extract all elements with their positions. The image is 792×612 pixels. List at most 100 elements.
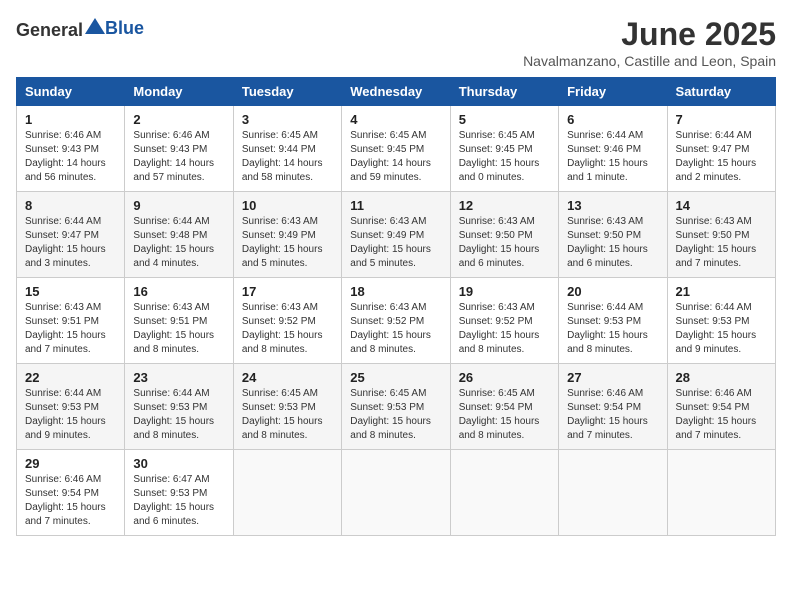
day-detail: Sunrise: 6:43 AMSunset: 9:50 PMDaylight:… — [459, 215, 550, 271]
day-detail: Sunrise: 6:45 AMSunset: 9:44 PMDaylight:… — [242, 129, 333, 185]
day-detail: Sunrise: 6:44 AMSunset: 9:46 PMDaylight:… — [567, 129, 658, 185]
calendar-cell: 26 Sunrise: 6:45 AMSunset: 9:54 PMDayligh… — [450, 364, 558, 450]
day-detail: Sunrise: 6:44 AMSunset: 9:53 PMDaylight:… — [133, 387, 224, 443]
calendar-cell: 19Sunrise: 6:43 AMSunset: 9:52 PMDayligh… — [450, 278, 558, 364]
day-number: 18 — [350, 284, 441, 299]
day-detail: Sunrise: 6:45 AMSunset: 9:53 PMDaylight:… — [350, 387, 441, 443]
calendar-header-saturday: Saturday — [667, 78, 775, 106]
calendar-header-monday: Monday — [125, 78, 233, 106]
calendar-cell: 29Sunrise: 6:46 AMSunset: 9:54 PMDayligh… — [17, 450, 125, 536]
calendar-cell: 14Sunrise: 6:43 AMSunset: 9:50 PMDayligh… — [667, 192, 775, 278]
calendar-cell — [233, 450, 341, 536]
day-detail: Sunrise: 6:43 AMSunset: 9:52 PMDaylight:… — [242, 301, 333, 357]
day-number: 17 — [242, 284, 333, 299]
day-number: 7 — [676, 112, 767, 127]
calendar-cell: 5 Sunrise: 6:45 AMSunset: 9:45 PMDaylight… — [450, 106, 558, 192]
calendar-header-wednesday: Wednesday — [342, 78, 450, 106]
calendar-cell: 3 Sunrise: 6:45 AMSunset: 9:44 PMDaylight… — [233, 106, 341, 192]
day-number: 1 — [25, 112, 116, 127]
day-detail: Sunrise: 6:43 AMSunset: 9:49 PMDaylight:… — [350, 215, 441, 271]
day-number: 15 — [25, 284, 116, 299]
calendar-cell: 22 Sunrise: 6:44 AMSunset: 9:53 PMDayligh… — [17, 364, 125, 450]
day-detail: Sunrise: 6:43 AMSunset: 9:49 PMDaylight:… — [242, 215, 333, 271]
day-number: 8 — [25, 198, 116, 213]
day-detail: Sunrise: 6:46 AMSunset: 9:54 PMDaylight:… — [567, 387, 658, 443]
calendar-week-5: 29Sunrise: 6:46 AMSunset: 9:54 PMDayligh… — [17, 450, 776, 536]
calendar-cell: 16 Sunrise: 6:43 AMSunset: 9:51 PMDayligh… — [125, 278, 233, 364]
calendar-cell: 8 Sunrise: 6:44 AMSunset: 9:47 PMDaylight… — [17, 192, 125, 278]
location-title: Navalmanzano, Castille and Leon, Spain — [523, 53, 776, 69]
day-number: 21 — [676, 284, 767, 299]
calendar-cell: 4Sunrise: 6:45 AMSunset: 9:45 PMDaylight… — [342, 106, 450, 192]
day-number: 24 — [242, 370, 333, 385]
calendar-cell: 17 Sunrise: 6:43 AMSunset: 9:52 PMDayligh… — [233, 278, 341, 364]
day-detail: Sunrise: 6:46 AMSunset: 9:54 PMDaylight:… — [676, 387, 767, 443]
day-number: 12 — [459, 198, 550, 213]
day-detail: Sunrise: 6:45 AMSunset: 9:54 PMDaylight:… — [459, 387, 550, 443]
logo-text-general: General — [16, 20, 83, 40]
day-detail: Sunrise: 6:44 AMSunset: 9:47 PMDaylight:… — [25, 215, 116, 271]
calendar-header-friday: Friday — [559, 78, 667, 106]
calendar-header-thursday: Thursday — [450, 78, 558, 106]
day-number: 14 — [676, 198, 767, 213]
calendar-cell: 1 Sunrise: 6:46 AMSunset: 9:43 PMDaylight… — [17, 106, 125, 192]
day-number: 29 — [25, 456, 116, 471]
calendar-cell: 15Sunrise: 6:43 AMSunset: 9:51 PMDayligh… — [17, 278, 125, 364]
title-area: June 2025 Navalmanzano, Castille and Leo… — [523, 16, 776, 69]
calendar-header-tuesday: Tuesday — [233, 78, 341, 106]
day-detail: Sunrise: 6:44 AMSunset: 9:53 PMDaylight:… — [567, 301, 658, 357]
day-detail: Sunrise: 6:45 AMSunset: 9:53 PMDaylight:… — [242, 387, 333, 443]
logo: General Blue — [16, 16, 144, 41]
calendar-cell: 28 Sunrise: 6:46 AMSunset: 9:54 PMDayligh… — [667, 364, 775, 450]
day-detail: Sunrise: 6:44 AMSunset: 9:48 PMDaylight:… — [133, 215, 224, 271]
calendar-cell: 27 Sunrise: 6:46 AMSunset: 9:54 PMDayligh… — [559, 364, 667, 450]
day-number: 5 — [459, 112, 550, 127]
calendar-header-row: SundayMondayTuesdayWednesdayThursdayFrid… — [17, 78, 776, 106]
day-number: 4 — [350, 112, 441, 127]
month-title: June 2025 — [523, 16, 776, 53]
calendar-cell: 30 Sunrise: 6:47 AMSunset: 9:53 PMDayligh… — [125, 450, 233, 536]
calendar-cell — [342, 450, 450, 536]
calendar-table: SundayMondayTuesdayWednesdayThursdayFrid… — [16, 77, 776, 536]
calendar-cell: 13 Sunrise: 6:43 AMSunset: 9:50 PMDayligh… — [559, 192, 667, 278]
day-number: 20 — [567, 284, 658, 299]
header: General Blue June 2025 Navalmanzano, Cas… — [16, 16, 776, 69]
day-detail: Sunrise: 6:47 AMSunset: 9:53 PMDaylight:… — [133, 473, 224, 529]
logo-text-blue: Blue — [105, 18, 144, 38]
day-detail: Sunrise: 6:46 AMSunset: 9:43 PMDaylight:… — [25, 129, 116, 185]
day-detail: Sunrise: 6:44 AMSunset: 9:47 PMDaylight:… — [676, 129, 767, 185]
day-number: 13 — [567, 198, 658, 213]
day-number: 30 — [133, 456, 224, 471]
day-detail: Sunrise: 6:43 AMSunset: 9:51 PMDaylight:… — [133, 301, 224, 357]
day-number: 27 — [567, 370, 658, 385]
day-detail: Sunrise: 6:43 AMSunset: 9:50 PMDaylight:… — [567, 215, 658, 271]
calendar-header-sunday: Sunday — [17, 78, 125, 106]
day-number: 11 — [350, 198, 441, 213]
day-number: 3 — [242, 112, 333, 127]
day-detail: Sunrise: 6:44 AMSunset: 9:53 PMDaylight:… — [676, 301, 767, 357]
day-number: 16 — [133, 284, 224, 299]
calendar-cell — [559, 450, 667, 536]
calendar-cell: 21 Sunrise: 6:44 AMSunset: 9:53 PMDayligh… — [667, 278, 775, 364]
day-number: 10 — [242, 198, 333, 213]
day-detail: Sunrise: 6:45 AMSunset: 9:45 PMDaylight:… — [459, 129, 550, 185]
day-detail: Sunrise: 6:43 AMSunset: 9:52 PMDaylight:… — [459, 301, 550, 357]
calendar-cell: 9Sunrise: 6:44 AMSunset: 9:48 PMDaylight… — [125, 192, 233, 278]
day-number: 22 — [25, 370, 116, 385]
day-detail: Sunrise: 6:46 AMSunset: 9:43 PMDaylight:… — [133, 129, 224, 185]
logo-triangle-icon — [85, 16, 105, 36]
calendar-cell: 24 Sunrise: 6:45 AMSunset: 9:53 PMDayligh… — [233, 364, 341, 450]
calendar-cell: 10 Sunrise: 6:43 AMSunset: 9:49 PMDayligh… — [233, 192, 341, 278]
calendar-cell: 11 Sunrise: 6:43 AMSunset: 9:49 PMDayligh… — [342, 192, 450, 278]
day-detail: Sunrise: 6:44 AMSunset: 9:53 PMDaylight:… — [25, 387, 116, 443]
calendar-cell: 2Sunrise: 6:46 AMSunset: 9:43 PMDaylight… — [125, 106, 233, 192]
calendar-cell: 6Sunrise: 6:44 AMSunset: 9:46 PMDaylight… — [559, 106, 667, 192]
calendar-cell — [450, 450, 558, 536]
calendar-week-3: 15 Sunrise: 6:43 AMSunset: 9:51 PMDayligh… — [17, 278, 776, 364]
calendar-week-1: 1 Sunrise: 6:46 AMSunset: 9:43 PMDaylight… — [17, 106, 776, 192]
calendar-week-4: 22 Sunrise: 6:44 AMSunset: 9:53 PMDayligh… — [17, 364, 776, 450]
day-number: 28 — [676, 370, 767, 385]
day-number: 26 — [459, 370, 550, 385]
calendar-week-2: 8 Sunrise: 6:44 AMSunset: 9:47 PMDaylight… — [17, 192, 776, 278]
calendar-cell — [667, 450, 775, 536]
